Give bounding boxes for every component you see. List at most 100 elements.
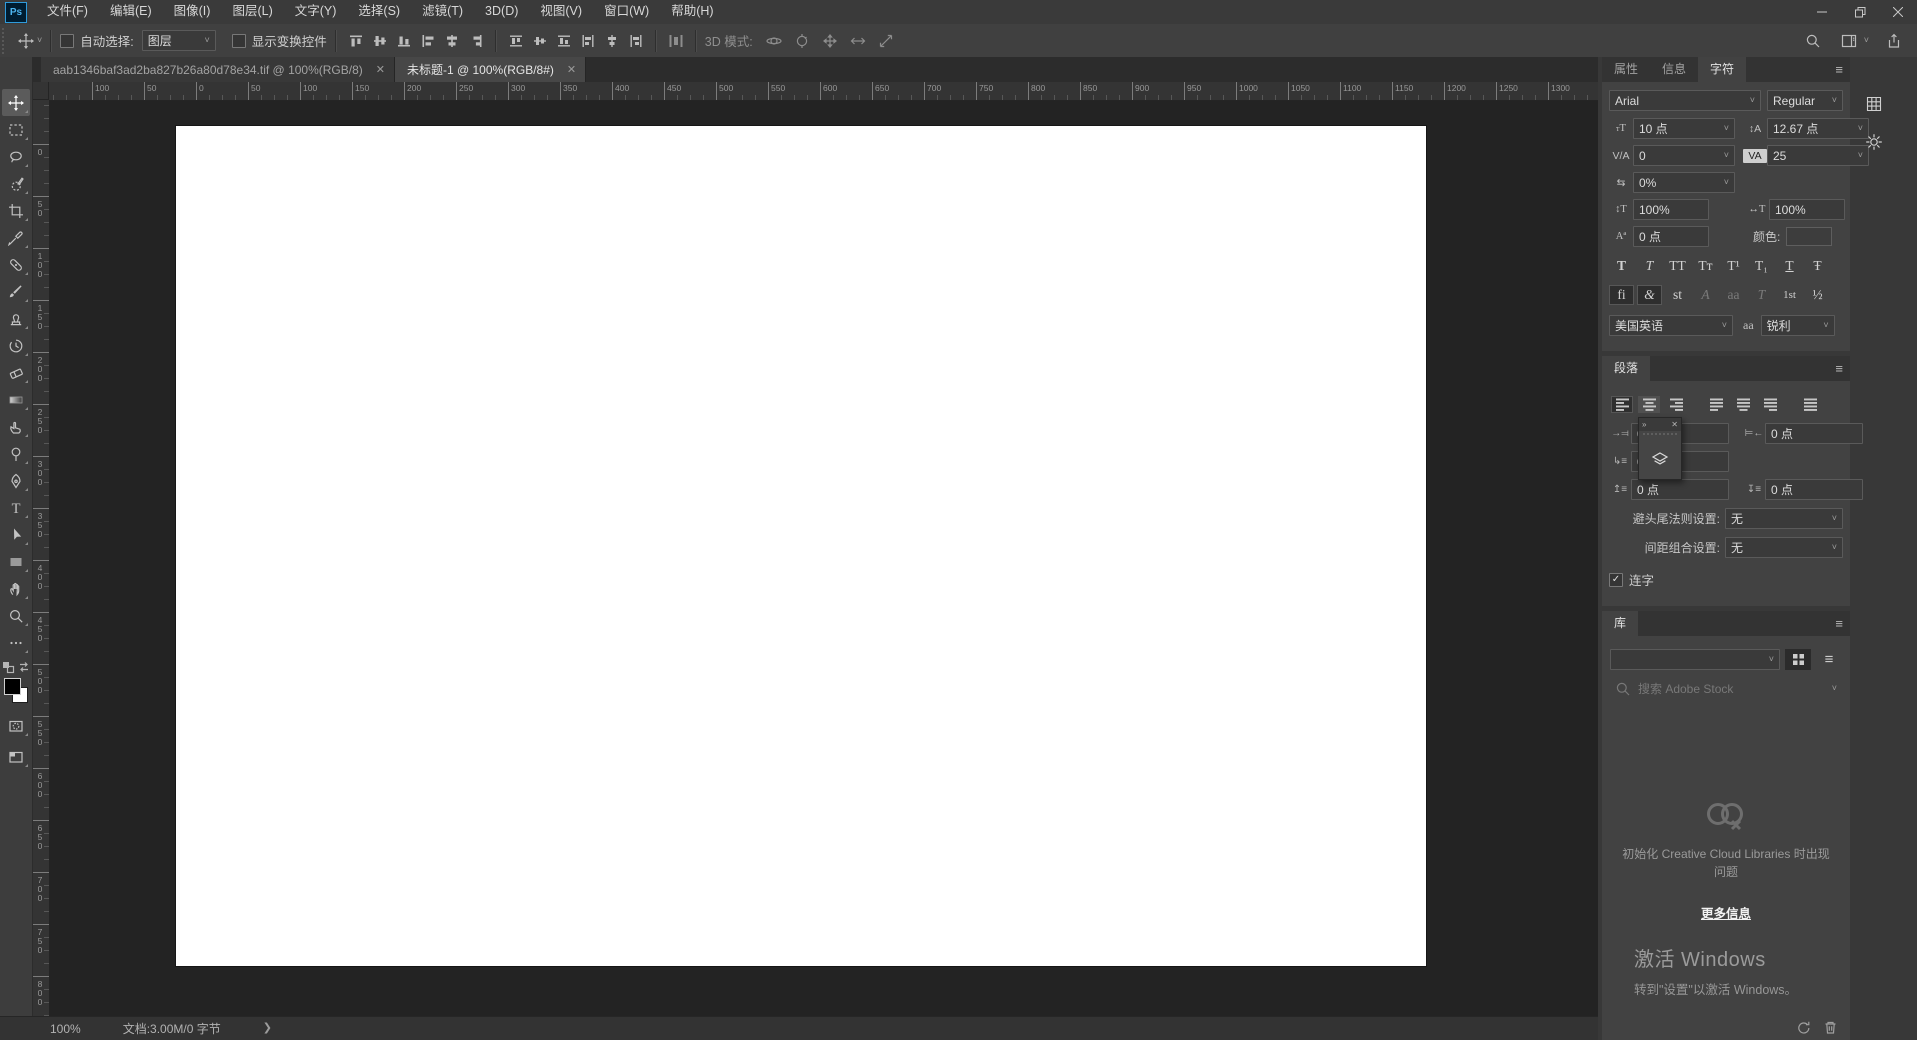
ordinals-button[interactable]: 1st xyxy=(1777,285,1802,305)
restore-button[interactable] xyxy=(1841,0,1879,24)
font-family-dropdown[interactable]: Arial ˅ xyxy=(1609,90,1761,111)
all-caps-button[interactable]: TT xyxy=(1665,256,1690,276)
more-info-link[interactable]: 更多信息 xyxy=(1701,903,1751,922)
kinsoku-dropdown[interactable]: 无 ˅ xyxy=(1725,508,1843,529)
expand-panel-icon[interactable]: » xyxy=(1642,420,1646,429)
eraser-tool[interactable] xyxy=(2,359,30,386)
tab-属性[interactable]: 属性 xyxy=(1602,57,1650,82)
horizontal-scale-field[interactable]: 100% xyxy=(1769,199,1845,220)
gradient-tool[interactable] xyxy=(2,386,30,413)
distribute-top-edges-button[interactable] xyxy=(505,30,527,52)
stylistic-alternates-button[interactable]: A xyxy=(1693,285,1718,305)
swap-colors-icon[interactable] xyxy=(17,660,31,674)
font-style-dropdown[interactable]: Regular ˅ xyxy=(1767,90,1843,111)
3d-roll-button[interactable] xyxy=(791,30,813,52)
edit-toolbar[interactable] xyxy=(2,629,30,656)
clone-stamp-tool[interactable] xyxy=(2,305,30,332)
library-search-input[interactable]: 搜索 Adobe Stock ˅ xyxy=(1607,674,1845,703)
adjustments-panel-icon[interactable] xyxy=(1865,133,1883,151)
smudge-tool[interactable] xyxy=(2,413,30,440)
indent-right-field[interactable]: 0 点 xyxy=(1765,423,1863,444)
quick-mask-button[interactable] xyxy=(2,712,30,739)
move-tool-preset-icon[interactable] xyxy=(15,30,37,52)
trash-icon[interactable] xyxy=(1823,1020,1838,1035)
spot-healing-brush-tool[interactable] xyxy=(2,251,30,278)
dodge-tool[interactable] xyxy=(2,440,30,467)
eyedropper-tool[interactable] xyxy=(2,224,30,251)
character-panel-menu-icon[interactable]: ≡ xyxy=(1835,57,1843,82)
3d-slide-button[interactable] xyxy=(847,30,869,52)
default-colors-icon[interactable] xyxy=(1,660,15,674)
baseline-shift-field[interactable]: 0 点 xyxy=(1633,226,1709,247)
menu-6[interactable]: 滤镜(T) xyxy=(411,0,474,24)
tracking-dropdown[interactable]: 25 ˅ xyxy=(1767,145,1869,166)
language-dropdown[interactable]: 美国英语 ˅ xyxy=(1609,315,1733,336)
align-bottom-edges-button[interactable] xyxy=(393,30,415,52)
swash-button[interactable]: T xyxy=(1749,285,1774,305)
foreground-color-chip[interactable] xyxy=(4,678,21,695)
font-size-dropdown[interactable]: 10 点 ˅ xyxy=(1633,118,1735,139)
glyphs-panel-icon[interactable] xyxy=(1865,95,1883,113)
libraries-panel-menu-icon[interactable]: ≡ xyxy=(1835,611,1843,636)
justify-last-right-button[interactable] xyxy=(1759,396,1781,413)
horizontal-ruler[interactable]: 100 50 0 50 100 150 200 250 300 350 400 450 500 550 60… xyxy=(49,82,1598,101)
quick-selection-tool[interactable] xyxy=(2,170,30,197)
3d-orbit-button[interactable] xyxy=(763,30,785,52)
tool-preset-chevron-icon[interactable]: ˅ xyxy=(37,36,42,45)
strikethrough-button[interactable]: Ŧ xyxy=(1805,256,1830,276)
menu-5[interactable]: 选择(S) xyxy=(347,0,411,24)
hyphenation-checkbox[interactable]: ✓ xyxy=(1609,572,1623,587)
close-button[interactable] xyxy=(1879,0,1917,24)
proportional-spacing-dropdown[interactable]: 0% ˅ xyxy=(1633,172,1735,193)
tab-paragraph[interactable]: 段落 xyxy=(1602,356,1651,381)
align-horizontal-centers-button[interactable] xyxy=(441,30,463,52)
underline-button[interactable]: T xyxy=(1777,256,1802,276)
canvas-area[interactable]: 100 50 0 50 100 150 200 250 300 350 400 450 500 550 60… xyxy=(33,82,1598,1016)
library-select-dropdown[interactable]: ˅ xyxy=(1610,649,1780,670)
tab-close-icon[interactable]: ✕ xyxy=(376,63,385,76)
grid-view-button[interactable] xyxy=(1785,649,1811,670)
justify-last-center-button[interactable] xyxy=(1732,396,1754,413)
options-bar-grip[interactable] xyxy=(2,27,9,54)
vertical-ruler[interactable]: 0 50 100 150 200 250 300 350 400 450 500 550 600 650 7… xyxy=(33,100,50,1016)
menu-2[interactable]: 图像(I) xyxy=(163,0,222,24)
document-tab-1[interactable]: aab1346baf3ad2ba827b26a80d78e34.tif @ 10… xyxy=(41,57,395,82)
document-canvas[interactable] xyxy=(176,126,1426,966)
type-tool[interactable]: T xyxy=(2,494,30,521)
distribute-left-edges-button[interactable] xyxy=(577,30,599,52)
close-panel-icon[interactable]: ✕ xyxy=(1671,420,1678,429)
align-text-center-button[interactable] xyxy=(1638,396,1660,413)
vertical-scale-field[interactable]: 100% xyxy=(1633,199,1709,220)
menu-9[interactable]: 窗口(W) xyxy=(593,0,660,24)
history-brush-tool[interactable] xyxy=(2,332,30,359)
justify-all-button[interactable] xyxy=(1799,396,1821,413)
distribute-vertical-centers-button[interactable] xyxy=(529,30,551,52)
share-icon[interactable] xyxy=(1883,30,1905,52)
status-chevron-icon[interactable]: ❯ xyxy=(263,1023,272,1034)
align-right-edges-button[interactable] xyxy=(465,30,487,52)
distribute-horizontal-centers-button[interactable] xyxy=(601,30,623,52)
fractions-button[interactable]: ½ xyxy=(1805,285,1830,305)
screen-mode-button[interactable] xyxy=(2,743,30,770)
contextual-alternates-button[interactable]: & xyxy=(1637,285,1662,305)
auto-select-dropdown[interactable]: 图层 ˅ xyxy=(141,30,216,51)
tab-字符[interactable]: 字符 xyxy=(1698,57,1747,82)
distribute-bottom-edges-button[interactable] xyxy=(553,30,575,52)
faux-bold-button[interactable]: T xyxy=(1609,256,1634,276)
3d-pan-button[interactable] xyxy=(819,30,841,52)
leading-dropdown[interactable]: 12.67 点 ˅ xyxy=(1767,118,1869,139)
tab-信息[interactable]: 信息 xyxy=(1650,57,1698,82)
pen-tool[interactable] xyxy=(2,467,30,494)
crop-tool[interactable] xyxy=(2,197,30,224)
minimize-button[interactable] xyxy=(1803,0,1841,24)
list-view-button[interactable]: ≡ xyxy=(1816,649,1842,670)
space-before-field[interactable]: 0 点 xyxy=(1631,479,1729,500)
hand-tool[interactable] xyxy=(2,575,30,602)
kerning-dropdown[interactable]: 0 ˅ xyxy=(1633,145,1735,166)
document-tab-2[interactable]: 未标题-1 @ 100%(RGB/8#) ✕ xyxy=(394,57,587,82)
align-text-right-button[interactable] xyxy=(1665,396,1687,413)
3d-scale-button[interactable] xyxy=(875,30,897,52)
brush-tool[interactable] xyxy=(2,278,30,305)
floating-collapsed-panel[interactable]: » ✕ xyxy=(1638,417,1682,480)
text-color-swatch[interactable] xyxy=(1786,227,1833,246)
